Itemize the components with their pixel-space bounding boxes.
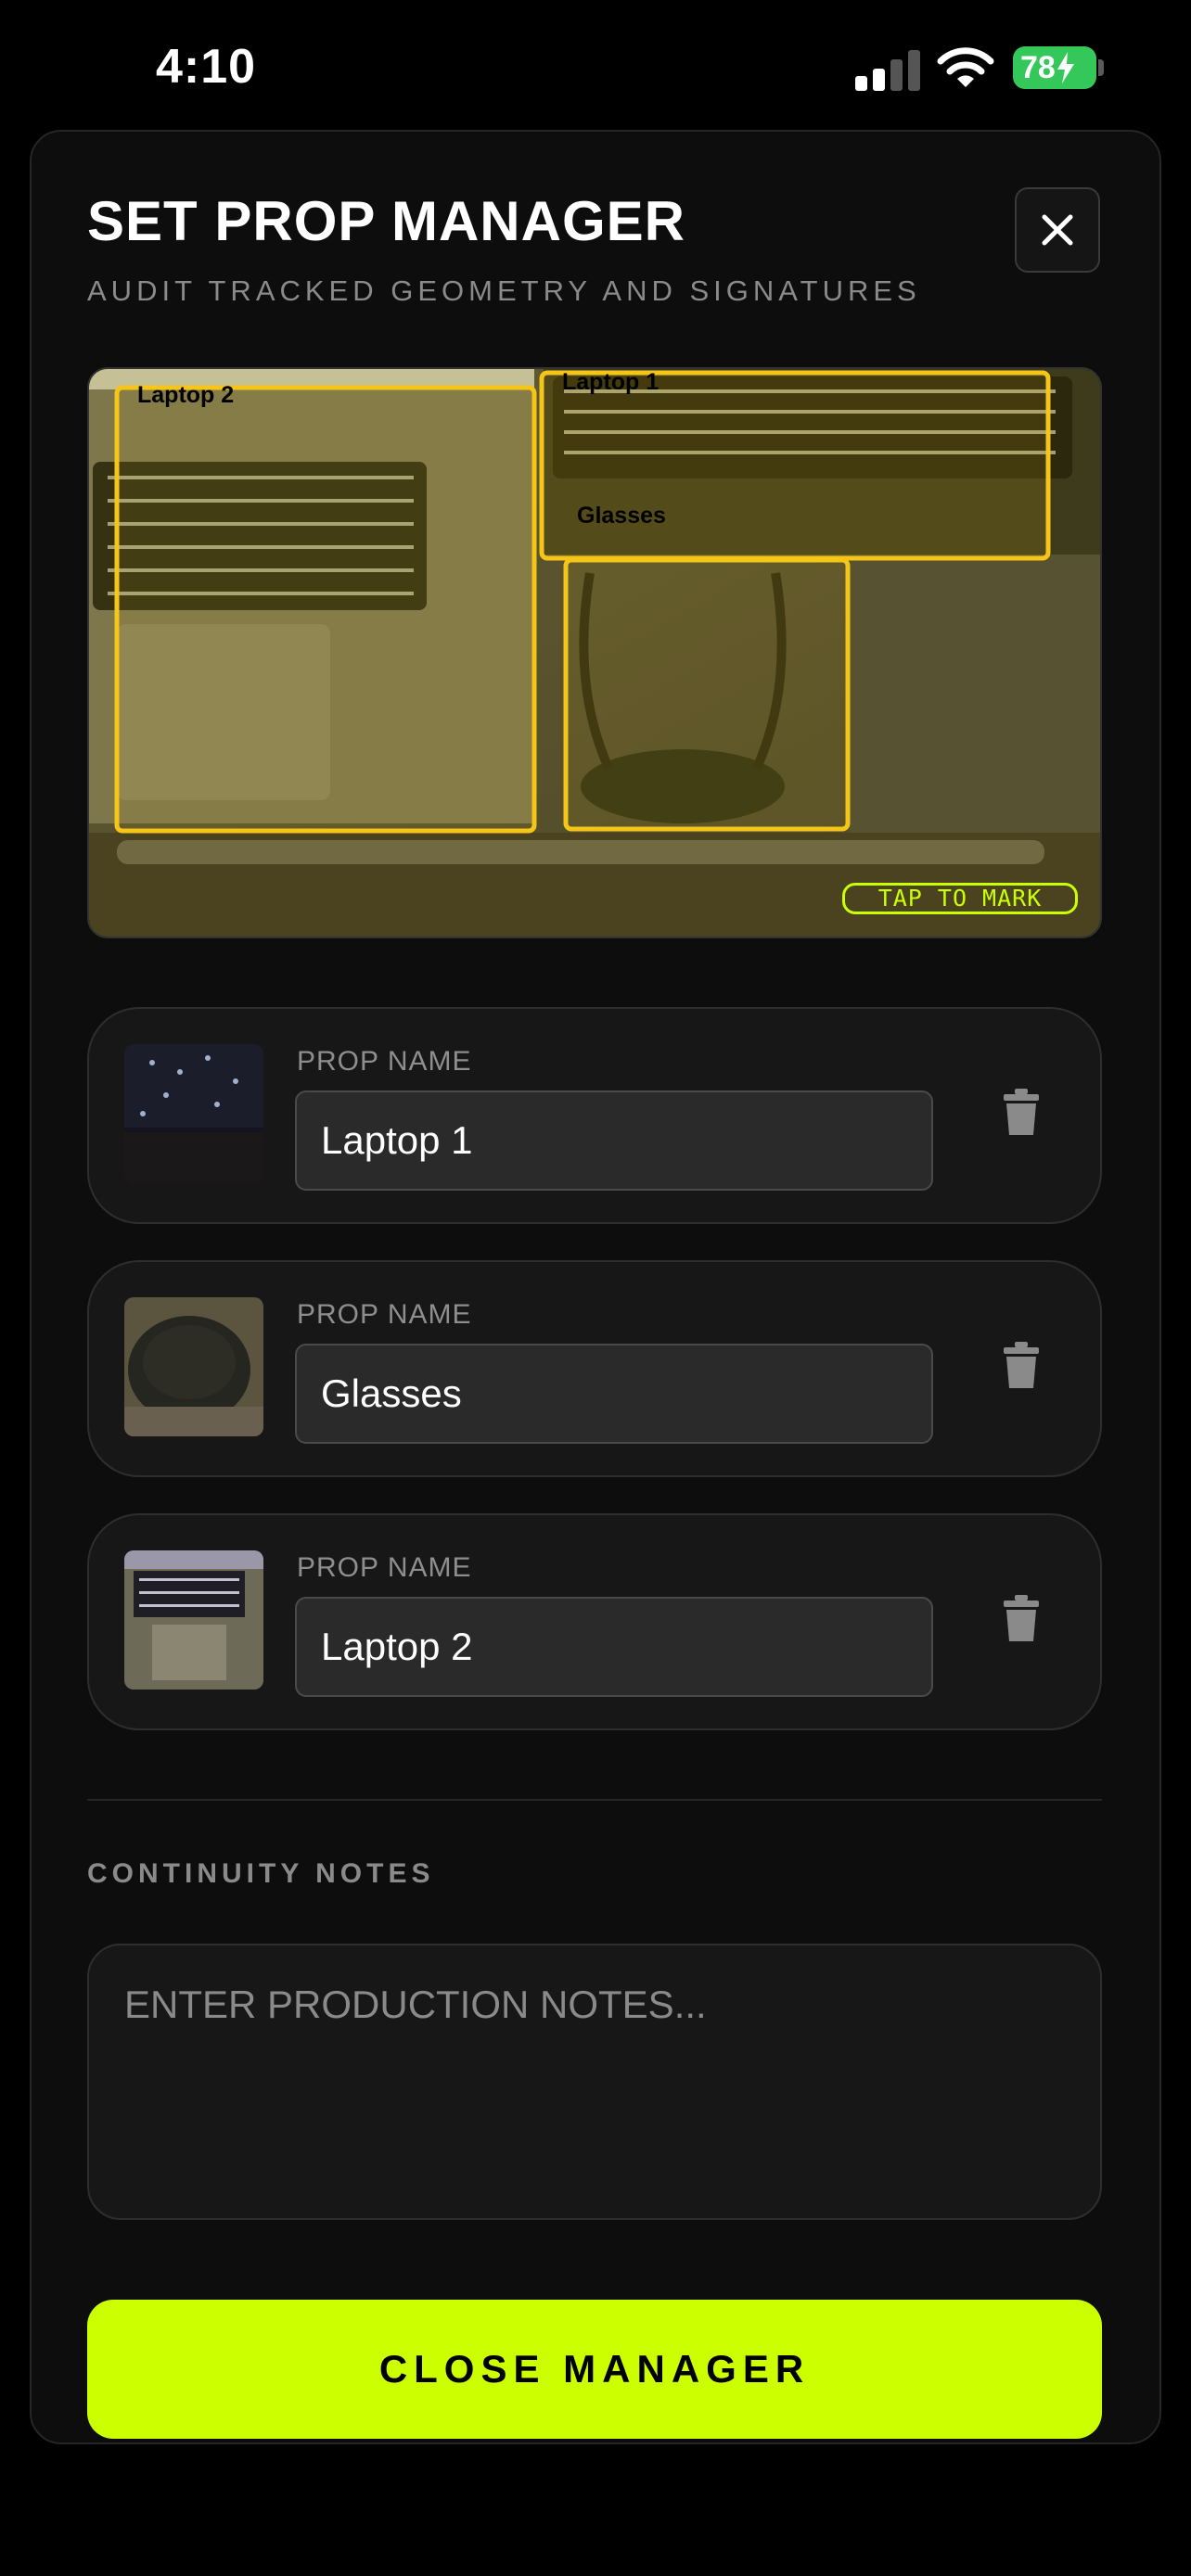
trash-icon	[1004, 1342, 1039, 1388]
prop-name-input[interactable]	[295, 1344, 933, 1444]
continuity-notes-input[interactable]	[87, 1944, 1102, 2220]
prop-thumbnail	[124, 1550, 263, 1690]
prop-name-label: PROP NAME	[297, 1046, 472, 1077]
delete-prop-button[interactable]	[1002, 1595, 1041, 1648]
prop-thumbnail	[124, 1297, 263, 1436]
delete-prop-button[interactable]	[1002, 1089, 1041, 1141]
battery-tip	[1098, 59, 1104, 76]
battery-level: 78	[1020, 49, 1056, 85]
section-divider	[87, 1799, 1102, 1801]
prop-card: PROP NAME	[87, 1513, 1102, 1730]
close-button[interactable]	[1015, 187, 1100, 273]
prop-name-input[interactable]	[295, 1090, 933, 1191]
page-title: SET PROP MANAGER	[87, 190, 685, 252]
page-subtitle: AUDIT TRACKED GEOMETRY AND SIGNATURES	[87, 274, 921, 307]
box-label-laptop-2: Laptop 2	[137, 382, 235, 408]
charging-bolt-icon	[1057, 52, 1074, 83]
status-bar: 4:10 78	[0, 0, 1191, 130]
box-label-laptop-1: Laptop 1	[562, 369, 660, 395]
wifi-icon	[937, 45, 994, 96]
continuity-notes-label: CONTINUITY NOTES	[87, 1858, 435, 1889]
prop-name-label: PROP NAME	[297, 1299, 472, 1330]
trash-icon	[1004, 1595, 1039, 1641]
prop-name-label: PROP NAME	[297, 1552, 472, 1583]
cellular-signal-icon	[855, 48, 920, 91]
delete-prop-button[interactable]	[1002, 1342, 1041, 1395]
prop-card: PROP NAME	[87, 1260, 1102, 1477]
camera-preview[interactable]: Laptop 2 Laptop 1 Glasses TAP TO MARK	[87, 367, 1102, 938]
tap-to-mark-badge: TAP TO MARK	[842, 883, 1078, 914]
battery-indicator: 78	[1013, 46, 1096, 89]
trash-icon	[1004, 1089, 1039, 1135]
close-icon	[1042, 214, 1073, 246]
preview-scene	[89, 369, 1100, 937]
prop-card: PROP NAME	[87, 1007, 1102, 1224]
prop-thumbnail	[124, 1044, 263, 1183]
prop-name-input[interactable]	[295, 1597, 933, 1697]
box-label-glasses: Glasses	[577, 503, 666, 529]
status-time: 4:10	[156, 40, 257, 94]
close-manager-button[interactable]: CLOSE MANAGER	[87, 2300, 1102, 2439]
